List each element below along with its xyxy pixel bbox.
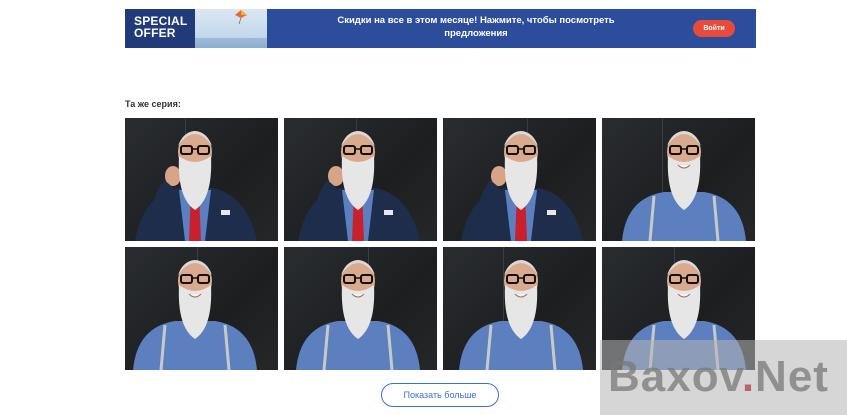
watermark-dot: . <box>741 352 756 401</box>
man-portrait-image <box>461 131 583 241</box>
man-portrait-image <box>133 260 257 370</box>
man-portrait-image <box>135 131 257 241</box>
photo-thumbnail[interactable] <box>125 118 278 241</box>
photo-grid <box>125 118 755 370</box>
photo-thumbnail[interactable] <box>125 247 278 370</box>
photo-thumbnail[interactable] <box>602 118 755 241</box>
watermark-part2: Net <box>755 352 829 401</box>
kite-icon <box>235 10 247 24</box>
photo-thumbnail[interactable] <box>443 118 596 241</box>
man-portrait-image <box>298 131 420 241</box>
show-more-button[interactable]: Показать больше <box>381 383 499 407</box>
banner-image <box>195 9 267 48</box>
photo-thumbnail[interactable] <box>284 247 437 370</box>
special-offer-badge: SPECIAL OFFER <box>125 9 195 48</box>
login-button[interactable]: Войти <box>693 20 735 37</box>
photo-thumbnail[interactable] <box>443 247 596 370</box>
banner-sea <box>195 38 267 48</box>
photo-thumbnail[interactable] <box>284 118 437 241</box>
man-portrait-image <box>459 260 583 370</box>
man-portrait-image <box>622 131 746 241</box>
watermark-text: Baxov.Net <box>608 352 829 402</box>
promo-banner[interactable]: SPECIAL OFFER Скидки на все в этом месяц… <box>125 9 756 48</box>
man-portrait-image <box>296 260 420 370</box>
watermark-part1: Baxov <box>608 352 742 401</box>
same-series-title: Та же серия: <box>125 99 181 109</box>
banner-message: Скидки на все в этом месяце! Нажмите, чт… <box>337 15 615 39</box>
